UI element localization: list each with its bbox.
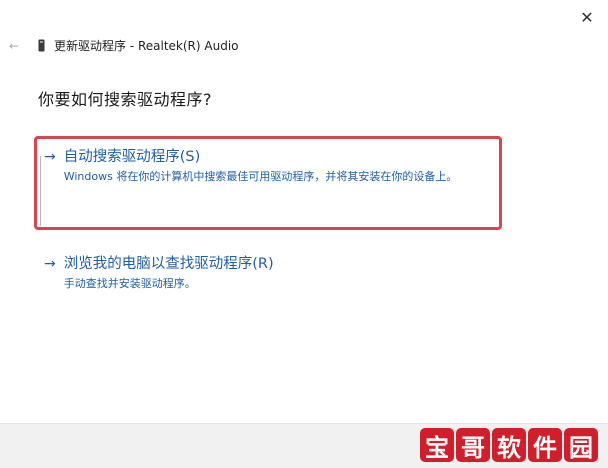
device-icon bbox=[38, 39, 45, 52]
watermark-char: 园 bbox=[564, 428, 598, 462]
arrow-right-icon: → bbox=[44, 149, 56, 165]
focus-indicator bbox=[40, 156, 41, 226]
auto-search-description: Windows 将在你的计算机中搜索最佳可用驱动程序，并将其安装在你的设备上。 bbox=[63, 170, 458, 183]
auto-search-option[interactable]: → 自动搜索驱动程序(S) Windows 将在你的计算机中搜索最佳可用驱动程序… bbox=[44, 147, 499, 185]
arrow-right-icon: → bbox=[44, 256, 56, 272]
auto-search-label: 自动搜索驱动程序(S) bbox=[63, 149, 201, 165]
page-heading: 你要如何搜索驱动程序? bbox=[38, 90, 212, 109]
watermark-char: 软 bbox=[492, 428, 526, 462]
browse-computer-description: 手动查找并安装驱动程序。 bbox=[63, 277, 196, 290]
close-icon: ✕ bbox=[580, 7, 594, 27]
back-button[interactable]: ← bbox=[6, 38, 22, 54]
watermark-char: 件 bbox=[528, 428, 562, 462]
watermark-logo: 宝 哥 软 件 园 bbox=[420, 428, 598, 462]
watermark-char: 宝 bbox=[420, 428, 454, 462]
close-button[interactable]: ✕ bbox=[576, 6, 598, 28]
window-title: 更新驱动程序 - Realtek(R) Audio bbox=[38, 37, 239, 54]
browse-computer-option[interactable]: → 浏览我的电脑以查找驱动程序(R) 手动查找并安装驱动程序。 bbox=[44, 254, 499, 292]
back-arrow-icon: ← bbox=[8, 39, 20, 53]
browse-computer-label: 浏览我的电脑以查找驱动程序(R) bbox=[63, 256, 274, 272]
watermark-char: 哥 bbox=[456, 428, 490, 462]
window-title-text: 更新驱动程序 - Realtek(R) Audio bbox=[54, 39, 239, 53]
